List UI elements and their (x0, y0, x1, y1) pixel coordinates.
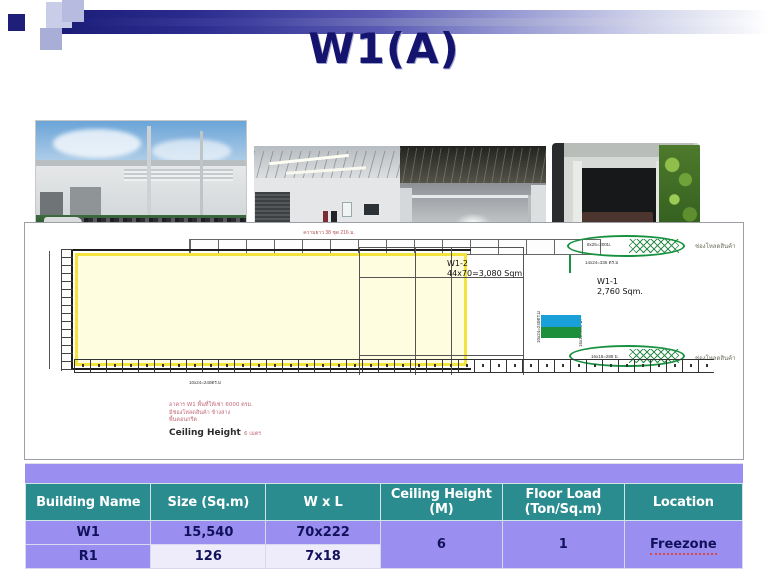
col-header-ceiling-height: Ceiling Height (M) (379, 483, 503, 521)
cloud-shape (52, 128, 141, 158)
col-header-text-2: (Ton/Sq.m) (524, 502, 602, 517)
cell-location: Freezone (623, 520, 744, 569)
ceiling-height-value: 6 เมตร (243, 430, 262, 437)
plan-note-line-3: พื้นคอนกรีต (169, 417, 197, 423)
cell-wxl: 70x222 (265, 520, 381, 545)
ruler-dots (82, 364, 710, 367)
utility-pole (199, 131, 203, 221)
plan-zone-w1-2-label: W1-2 44x70=3,080 Sqm (447, 259, 522, 279)
col-header-text: Location (652, 494, 714, 510)
cell-wxl: 7x18 (265, 544, 381, 569)
plan-note-line-1: อาคาร W1 พื้นที่ให้เช่า 6000 ตรม. (169, 402, 253, 408)
utility-pole (147, 126, 152, 221)
roof-truss (400, 148, 546, 184)
photo-strip (0, 58, 768, 262)
plan-dim-note-3: 10x24=240ตร.ม (189, 380, 221, 385)
col-header-wxl: W x L (265, 483, 381, 521)
plan-bottom-dimension-ruler (74, 355, 714, 377)
callout-oval-top-loading-dock (567, 235, 685, 257)
table-header-row: Building Name Size (Sq.m) W x L Ceiling … (24, 483, 744, 521)
callout-top-label: ช่องโหลดสินค้า (695, 244, 736, 250)
cell-ceiling-height: 6 (379, 520, 503, 569)
ruler-bottom-line (74, 372, 714, 373)
cell-location-text: Freezone (649, 537, 717, 555)
col-header-text-2: (M) (429, 502, 454, 517)
floor-plan-canvas: ความยาว 38 ชุด 216 ม. W1-2 44x70=3,080 S… (29, 227, 739, 455)
zone-w1-1-area: 2,760 Sqm. (597, 287, 643, 296)
plan-blue-service-zone (541, 315, 581, 327)
header-square-light-3 (62, 0, 84, 22)
col-header-text: Floor Load (525, 487, 602, 502)
wall-signboard (362, 201, 381, 217)
table-row: W1 15,540 70x222 6 1 Freezone (24, 520, 744, 569)
plan-top-dimension-label: ความยาว 38 ชุด 216 ม. (303, 230, 355, 236)
plan-vertical-dimension-scale (49, 249, 73, 371)
zone-w1-2-area: 44x70=3,080 Sqm (447, 269, 523, 278)
zone-w1-2-name: W1-2 (447, 259, 468, 268)
shadow-region (552, 143, 564, 226)
plan-notes-block: อาคาร W1 พื้นที่ให้เช่า 6000 ตรม. มีช่อง… (169, 402, 399, 438)
structural-beam (408, 194, 538, 199)
cell-floor-load: 1 (501, 520, 625, 569)
cell-building-name: R1 (24, 544, 152, 569)
louver-vents (124, 169, 234, 182)
col-header-text: Size (Sq.m) (167, 494, 250, 510)
cell-size: 15,540 (150, 520, 267, 545)
col-header-text: Ceiling Height (390, 487, 492, 502)
plan-zone-w1-1-label: W1-1 2,760 Sqm. (597, 277, 643, 297)
col-header-size: Size (Sq.m) (150, 483, 267, 521)
cell-size: 126 (150, 544, 267, 569)
plan-dim-note-2: 14x24=336 ตร.ม (585, 260, 619, 265)
plan-green-service-zone (541, 327, 581, 338)
scale-outer-line (49, 251, 50, 369)
roof-line (36, 160, 246, 166)
ceiling-height-label: Ceiling Height (169, 427, 241, 438)
floor-plan-panel: ความยาว 38 ชุด 216 ม. W1-2 44x70=3,080 S… (24, 222, 744, 460)
wall-panel (341, 201, 352, 217)
table-top-band (25, 463, 743, 483)
zone-w1-1-name: W1-1 (597, 277, 618, 286)
col-header-text: Building Name (36, 494, 141, 510)
col-header-text: W x L (303, 494, 343, 510)
structural-column (572, 161, 582, 229)
col-header-location: Location (623, 483, 744, 521)
cell-building-name: W1 (24, 520, 152, 545)
building-spec-table: Building Name Size (Sq.m) W x L Ceiling … (24, 483, 744, 569)
plan-ceiling-height-note: Ceiling Height 6 เมตร (169, 428, 399, 438)
col-header-floor-load: Floor Load (Ton/Sq.m) (501, 483, 625, 521)
callout-leader-line-top (569, 255, 571, 273)
plan-note-line-2: มีช่องโหลดสินค้า ข้างล่าง (169, 409, 231, 416)
col-header-building-name: Building Name (24, 483, 152, 521)
scale-ticks (61, 249, 73, 371)
